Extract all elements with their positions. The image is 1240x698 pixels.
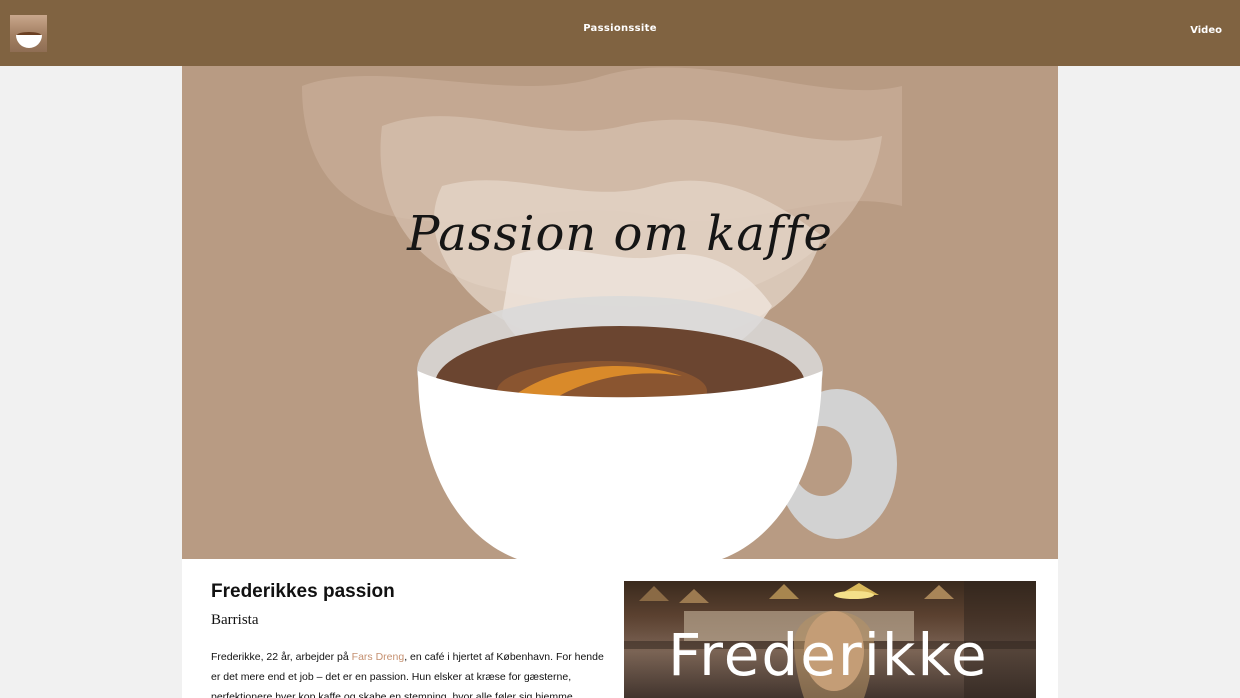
hero-banner: Passion om kaffe — [182, 66, 1058, 559]
frederikke-photo: Frederikke — [624, 581, 1036, 698]
bio-text-start: Frederikke, 22 år, arbejder på — [211, 651, 352, 663]
hero-title: Passion om kaffe — [407, 206, 833, 262]
site-title: Passionssite — [583, 23, 657, 34]
logo-cup — [16, 35, 42, 48]
top-navigation-bar: Passionssite Video — [0, 0, 1240, 66]
profile-heading: Frederikkes passion — [211, 581, 395, 602]
coffee-cup-illustration — [302, 67, 902, 559]
photo-caption: Frederikke — [668, 621, 989, 689]
profile-role: Barrista — [211, 612, 259, 628]
nav-link-video[interactable]: Video — [1190, 25, 1222, 36]
profile-section: Frederikkes passion Barrista Frederikke,… — [182, 559, 1058, 698]
profile-bio: Frederikke, 22 år, arbejder på Fars Dren… — [211, 647, 611, 698]
fars-dreng-link[interactable]: Fars Dreng — [352, 651, 405, 663]
